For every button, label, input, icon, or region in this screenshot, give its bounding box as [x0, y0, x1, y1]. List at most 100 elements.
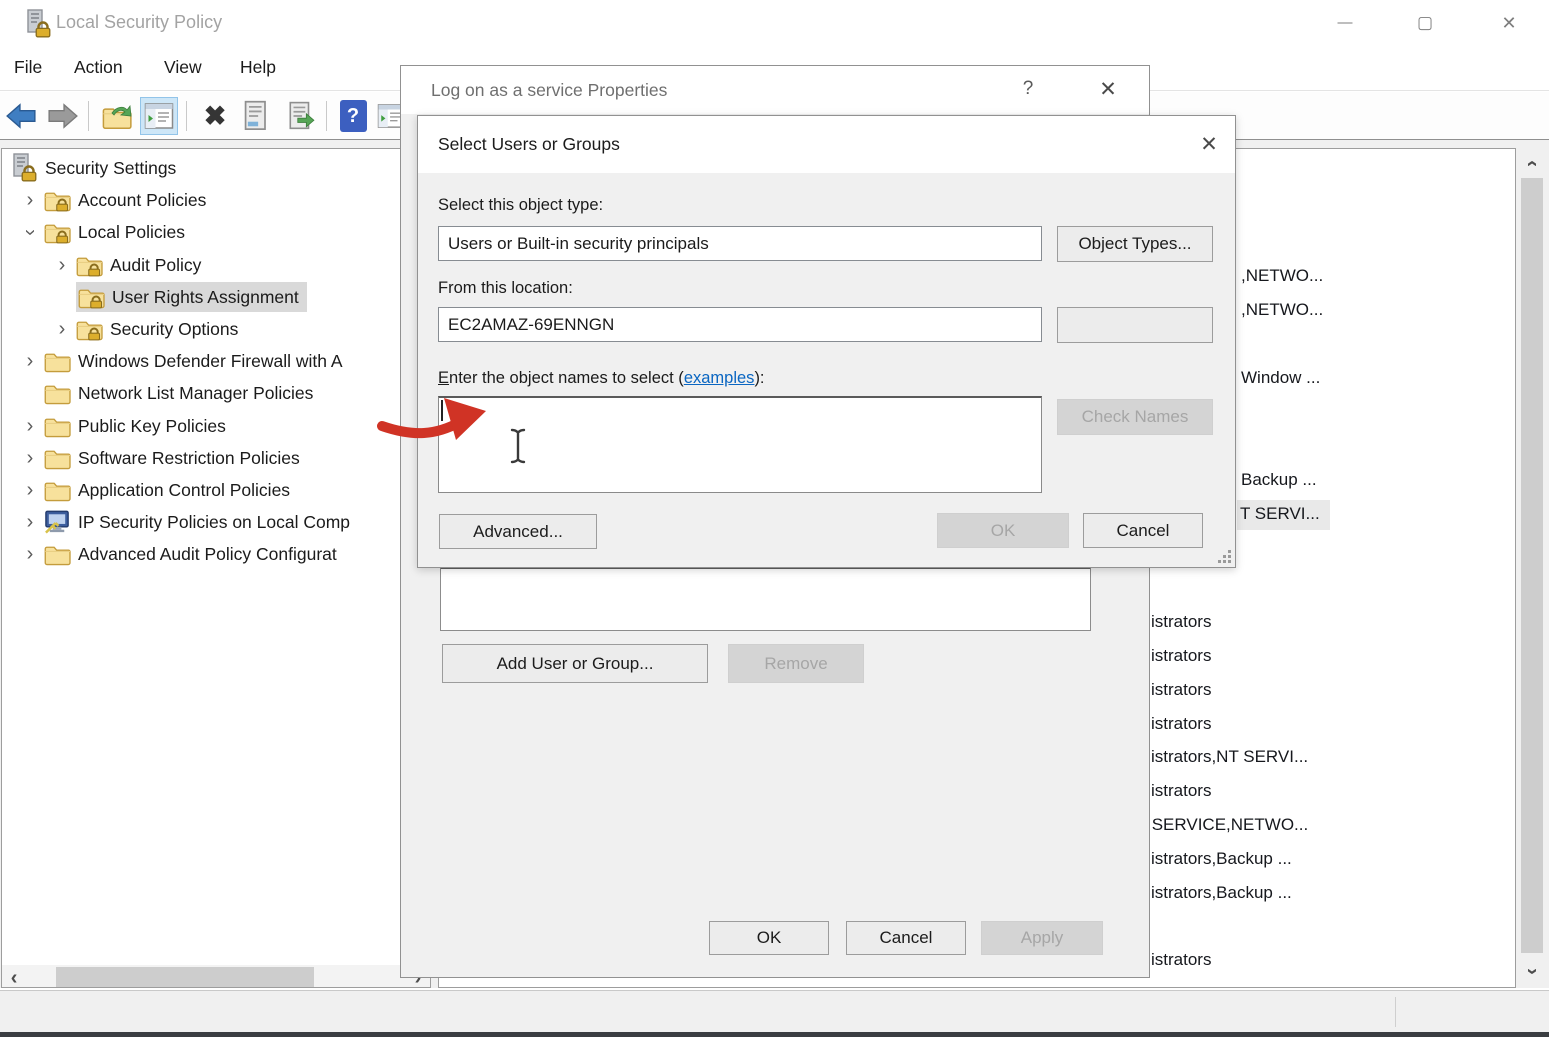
object-type-label: Select this object type: [438, 196, 603, 215]
location-field[interactable] [438, 307, 1042, 342]
menu-file[interactable]: File [14, 57, 42, 78]
status-bar [0, 990, 1549, 1032]
dialog-close-icon[interactable]: ✕ [1194, 132, 1224, 157]
toolbar-separator [326, 101, 327, 131]
object-names-label: Enter the object names to select (exampl… [438, 369, 765, 388]
console-tree-panel: Security Settings › Account Policies › L… [1, 148, 431, 988]
advanced-button[interactable]: Advanced... [439, 514, 597, 549]
folder-icon [44, 349, 71, 373]
list-item[interactable]: istrators [1151, 714, 1211, 734]
select-cancel-button[interactable]: Cancel [1083, 513, 1203, 548]
tree-item-application-control[interactable]: › Application Control Policies [2, 474, 430, 506]
help-button[interactable]: ? [334, 97, 372, 135]
scrollbar-thumb[interactable] [56, 967, 314, 988]
delete-button[interactable]: ✖ [196, 97, 234, 135]
close-button[interactable]: ✕ [1492, 6, 1526, 40]
scrollbar-thumb[interactable] [1521, 178, 1543, 953]
chevron-right-icon[interactable]: › [16, 543, 44, 566]
tree-item-account-policies[interactable]: › Account Policies [2, 184, 430, 216]
list-item[interactable]: istrators [1151, 612, 1211, 632]
forward-button[interactable] [44, 97, 82, 135]
scroll-up-icon[interactable]: › [1521, 148, 1544, 180]
select-users-or-groups-dialog: Select Users or Groups ✕ Select this obj… [417, 115, 1236, 568]
minimize-button[interactable]: — [1328, 6, 1362, 40]
from-location-label: From this location: [438, 279, 573, 298]
object-types-button[interactable]: Object Types... [1057, 226, 1213, 262]
list-item[interactable]: istrators,Backup ... [1151, 849, 1292, 869]
tree-item-software-restriction[interactable]: › Software Restriction Policies [2, 442, 430, 474]
properties-dialog-titlebar: Log on as a service Properties ? ✕ [401, 66, 1149, 114]
list-vertical-scrollbar[interactable]: › › [1516, 148, 1548, 988]
list-item[interactable]: ,NETWO... [1241, 300, 1323, 320]
list-item[interactable]: istrators [1151, 646, 1211, 666]
list-item[interactable]: istrators [1151, 950, 1211, 970]
properties-ok-button[interactable]: OK [709, 921, 829, 955]
tree-horizontal-scrollbar[interactable]: › › [2, 965, 431, 988]
tree-item-ip-security-policies[interactable]: › IP Security Policies on Local Comp [2, 506, 430, 538]
properties-button[interactable] [238, 97, 276, 135]
select-ok-button[interactable]: OK [937, 513, 1069, 548]
list-item[interactable]: Window ... [1241, 368, 1320, 388]
properties-dialog-title: Log on as a service Properties [431, 80, 667, 101]
menu-help[interactable]: Help [240, 57, 276, 78]
folder-icon [44, 542, 71, 566]
back-button[interactable] [2, 97, 40, 135]
chevron-right-icon[interactable]: › [16, 189, 44, 212]
scroll-down-icon[interactable]: › [1521, 956, 1544, 988]
list-item[interactable]: istrators [1151, 781, 1211, 801]
object-type-field[interactable] [438, 226, 1042, 261]
chevron-right-icon[interactable]: › [48, 254, 76, 277]
window-bottom-edge [0, 1032, 1549, 1037]
tree-item-public-key-policies[interactable]: › Public Key Policies [2, 410, 430, 442]
add-user-or-group-button[interactable]: Add User or Group... [442, 644, 708, 683]
tree-item-audit-policy[interactable]: › Audit Policy [2, 249, 430, 281]
locations-button[interactable] [1057, 307, 1213, 343]
remove-button[interactable]: Remove [728, 644, 864, 683]
list-item[interactable]: istrators,Backup ... [1151, 883, 1292, 903]
properties-cancel-button[interactable]: Cancel [846, 921, 966, 955]
chevron-right-icon[interactable]: › [16, 511, 44, 534]
export-button[interactable] [98, 97, 136, 135]
chevron-right-icon[interactable]: › [16, 415, 44, 438]
chevron-right-icon[interactable]: › [16, 447, 44, 470]
forward-icon [47, 100, 79, 132]
chevron-down-icon[interactable]: › [19, 218, 42, 246]
menu-view[interactable]: View [164, 57, 202, 78]
dialog-help-icon[interactable]: ? [1013, 78, 1043, 100]
chevron-right-icon[interactable]: › [16, 350, 44, 373]
selected-tree-item: User Rights Assignment [76, 282, 307, 312]
scroll-left-icon[interactable]: › [1, 967, 30, 988]
menu-action[interactable]: Action [74, 57, 123, 78]
export-list-button[interactable] [282, 97, 320, 135]
chevron-right-icon[interactable]: › [48, 318, 76, 341]
maximize-button[interactable]: ▢ [1408, 6, 1442, 40]
tree-item-security-options[interactable]: › Security Options [2, 313, 430, 345]
properties-apply-button[interactable]: Apply [981, 921, 1103, 955]
folder-lock-icon [76, 253, 103, 277]
assigned-users-listbox[interactable] [440, 567, 1091, 631]
export-list-icon [286, 100, 316, 132]
object-names-input[interactable] [438, 396, 1042, 493]
list-item[interactable]: istrators,NT SERVI... [1151, 747, 1308, 767]
list-item[interactable]: ,NETWO... [1241, 266, 1323, 286]
list-item[interactable]: SERVICE,NETWO... [1147, 815, 1308, 835]
help-icon: ? [340, 100, 367, 132]
list-item-selected[interactable]: T SERVI... [1237, 500, 1330, 530]
tree-item-windows-defender-firewall[interactable]: › Windows Defender Firewall with A [2, 345, 430, 377]
examples-link[interactable]: examples [684, 369, 755, 387]
tree-item-user-rights-assignment[interactable]: User Rights Assignment [2, 281, 430, 313]
tree-item-network-list-manager[interactable]: Network List Manager Policies [2, 377, 430, 409]
list-item[interactable]: Backup ... [1241, 470, 1317, 490]
chevron-right-icon[interactable]: › [16, 479, 44, 502]
show-console-tree-button[interactable] [140, 97, 178, 135]
export-icon [100, 100, 134, 132]
tree-item-advanced-audit-policy[interactable]: › Advanced Audit Policy Configurat [2, 538, 430, 570]
tree-item-security-settings[interactable]: Security Settings [2, 152, 430, 184]
check-names-button[interactable]: Check Names [1057, 399, 1213, 435]
resize-grip[interactable] [1217, 549, 1231, 563]
dialog-close-icon[interactable]: ✕ [1093, 77, 1123, 102]
security-root-icon [12, 153, 38, 183]
tree-item-local-policies[interactable]: › Local Policies [2, 216, 430, 248]
folder-icon [44, 446, 71, 470]
list-item[interactable]: istrators [1151, 680, 1211, 700]
